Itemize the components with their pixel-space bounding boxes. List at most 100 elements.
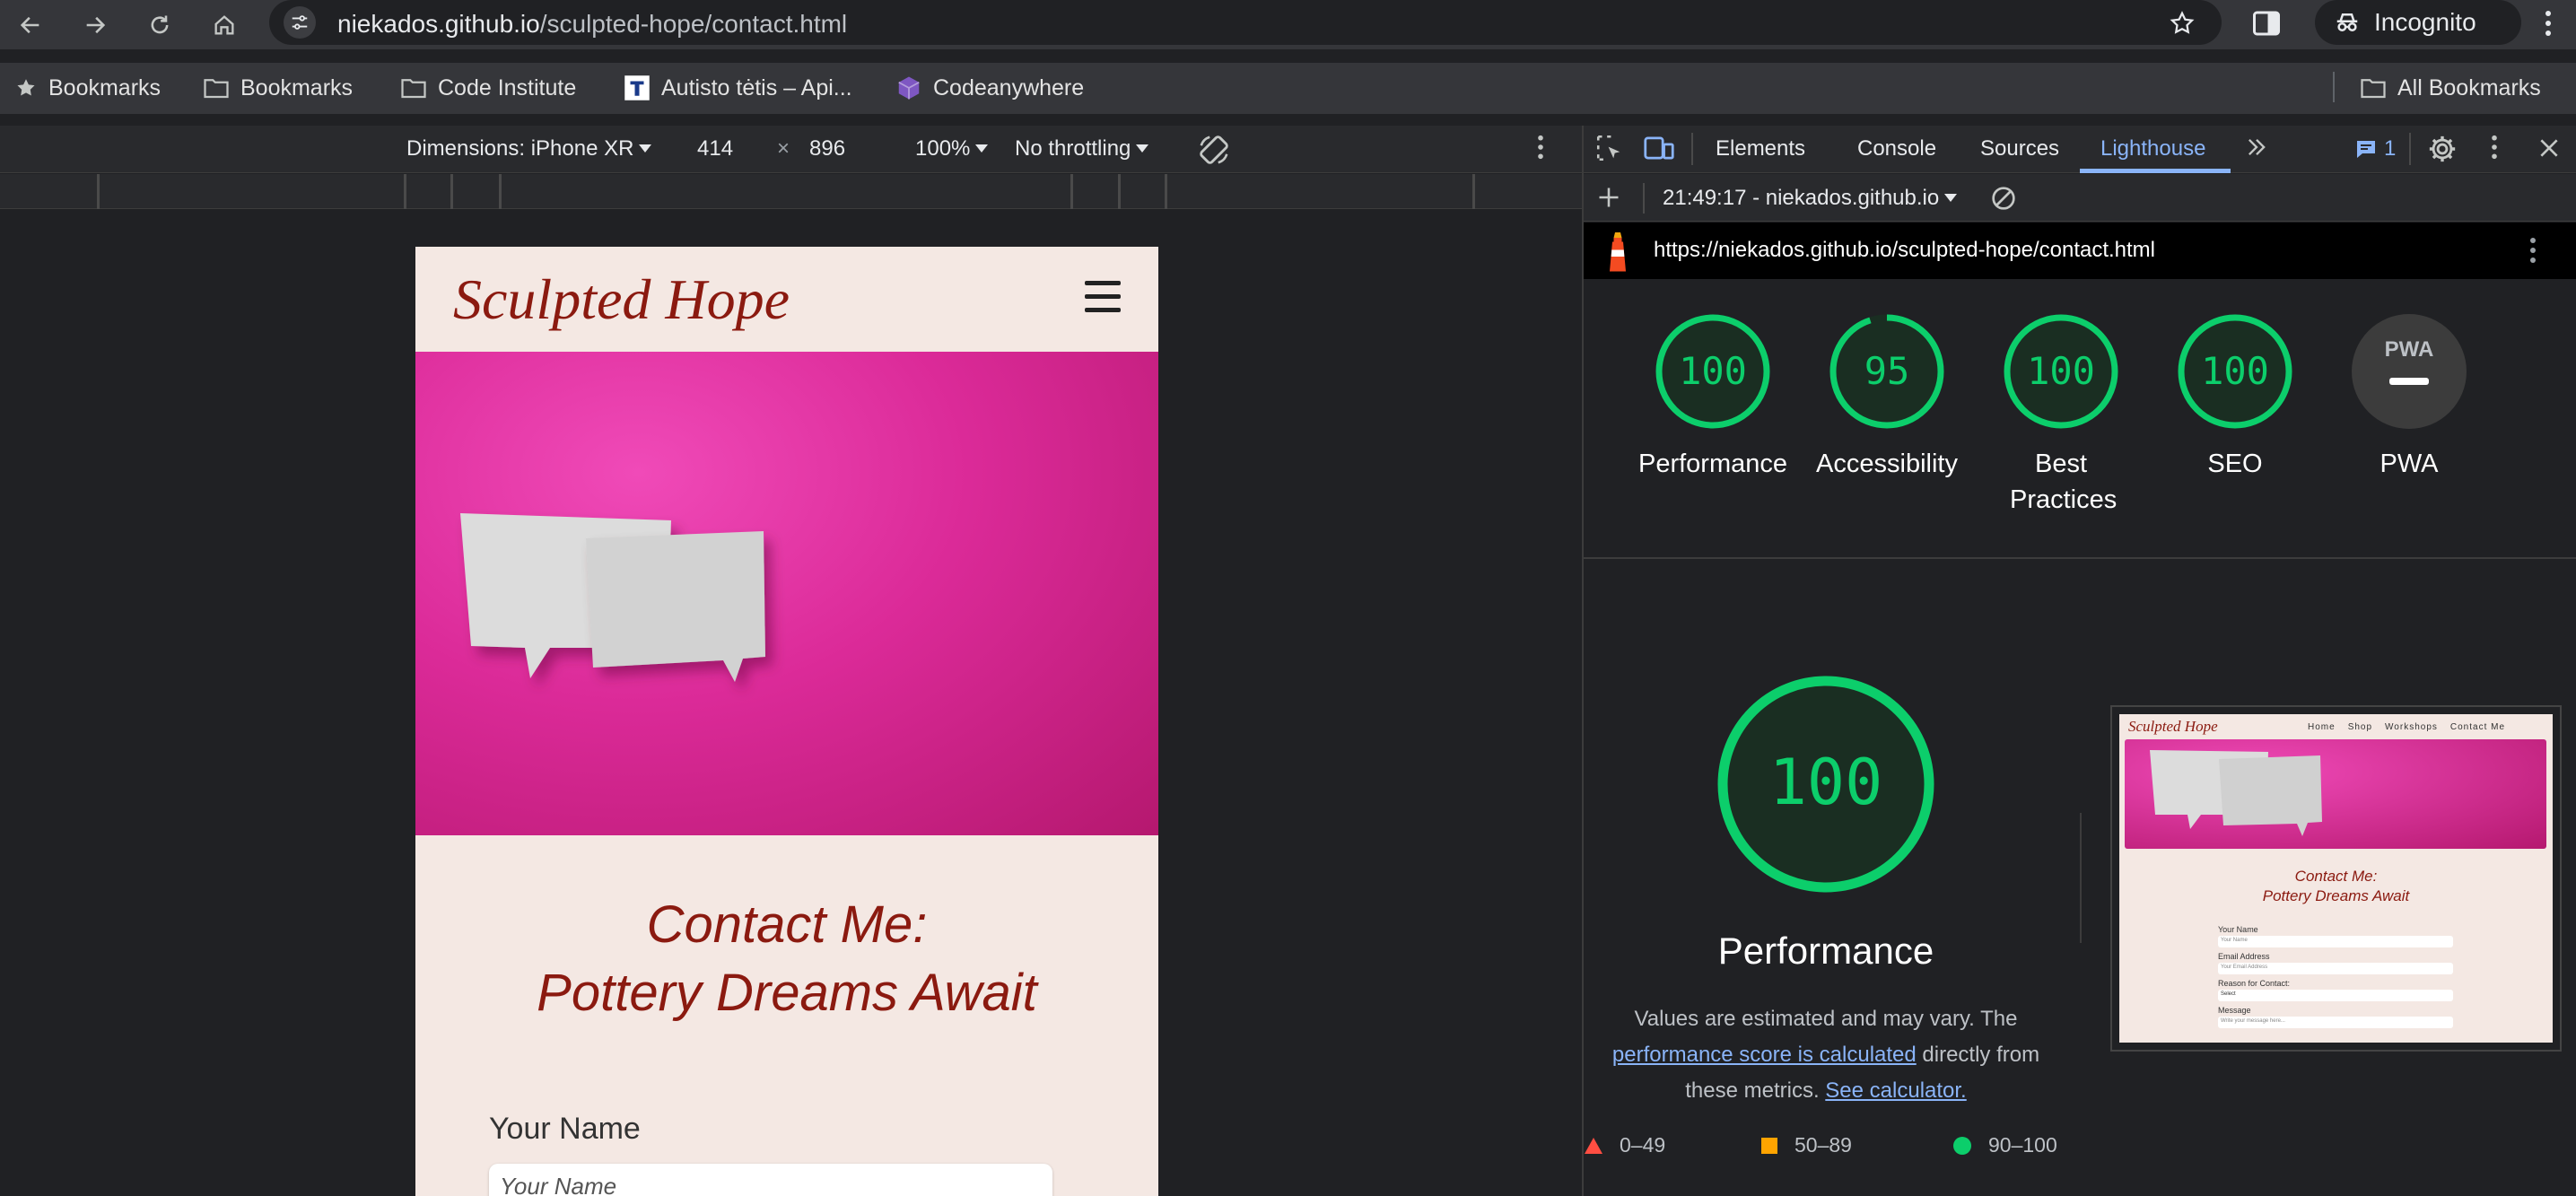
browser-menu-button[interactable] [2530, 5, 2566, 41]
section-divider-vertical [2080, 813, 2082, 943]
issues-count: 1 [2384, 136, 2397, 161]
report-select[interactable]: 21:49:17 - niekados.github.io [1663, 186, 1958, 211]
thumb-form: Your Name Your Name Email Address Your E… [2218, 925, 2453, 1033]
gauge-seo[interactable]: 100 SEO [2148, 313, 2322, 482]
gauge-accessibility[interactable]: 95 Accessibility [1800, 313, 1974, 482]
score-calculated-link[interactable]: performance score is calculated [1612, 1043, 1917, 1067]
devtools-more-button[interactable] [2491, 135, 2498, 160]
tab-elements[interactable]: Elements [1716, 136, 1805, 162]
inspect-element-button[interactable] [1594, 133, 1625, 163]
bookmarks-separator [2333, 72, 2335, 102]
bookmark-item-codeanywhere[interactable]: Codeanywhere [895, 72, 1084, 104]
site-info-button[interactable] [284, 6, 316, 39]
category-label: Best Practices [2010, 450, 2118, 514]
bookmark-label: Codeanywhere [933, 74, 1085, 100]
issues-counter-button[interactable]: 1 [2355, 136, 2396, 162]
throttling-select[interactable]: No throttling [1015, 136, 1149, 162]
caret-down-icon [975, 144, 989, 153]
thumb-field-label: Your Name [2218, 925, 2258, 934]
report-menu-button[interactable] [2529, 237, 2537, 264]
all-bookmarks-label: All Bookmarks [2397, 74, 2541, 100]
thumb-logo: Sculpted Hope [2128, 718, 2218, 735]
all-bookmarks-button[interactable]: All Bookmarks [2360, 72, 2541, 104]
category-label: Performance [1637, 450, 1787, 478]
clear-reports-button[interactable] [1989, 184, 2018, 213]
gauge-best-practices[interactable]: 100 Best Practices [1974, 313, 2148, 518]
folder-icon [401, 79, 426, 99]
thumb-title: Contact Me: Pottery Dreams Await [2119, 867, 2553, 906]
inspect-icon [1596, 135, 1620, 162]
bookmark-label: Code Institute [438, 74, 577, 100]
score-ring: 100 [1655, 313, 1771, 430]
hamburger-icon [1085, 281, 1121, 312]
device-dimensions-select[interactable]: Dimensions: iPhone XR [406, 136, 652, 162]
title-line-2: Pottery Dreams Await [537, 964, 1037, 1022]
gauge-performance[interactable]: 100 Performance [1626, 313, 1800, 482]
back-button[interactable] [11, 5, 50, 45]
hero-image [415, 352, 1158, 835]
desc-text: Values are estimated and may vary. The [1634, 1007, 2018, 1031]
address-bar[interactable]: niekados.github.io/sculpted-hope/contact… [269, 0, 2222, 45]
category-label: Accessibility [1816, 450, 1958, 478]
legend-range: 50–89 [1794, 1133, 1852, 1157]
thumb-field-label: Message [2218, 1006, 2251, 1015]
browser-toolbar: niekados.github.io/sculpted-hope/contact… [0, 0, 2576, 49]
reload-button[interactable] [140, 5, 179, 45]
legend-average: 50–89 [1760, 1133, 1852, 1157]
home-button[interactable] [205, 5, 244, 45]
your-name-label: Your Name [489, 1112, 641, 1146]
zoom-select[interactable]: 100% [915, 136, 989, 162]
bookmark-star-button[interactable] [2164, 5, 2200, 41]
tab-lighthouse[interactable]: Lighthouse [2100, 136, 2205, 162]
bookmark-folder-code-institute[interactable]: Code Institute [400, 72, 576, 104]
tab-sources[interactable]: Sources [1980, 136, 2059, 162]
throttling-label: No throttling [1015, 136, 1131, 161]
url-text[interactable]: niekados.github.io/sculpted-hope/contact… [337, 10, 847, 39]
close-devtools-button[interactable] [2537, 136, 2561, 160]
side-panel-button[interactable] [2250, 7, 2286, 43]
thumb-nav-item: Home [2308, 722, 2336, 732]
site-header: Sculpted Hope [415, 247, 1158, 352]
kebab-menu-icon [2545, 11, 2551, 36]
forward-button[interactable] [75, 5, 115, 45]
device-height-input[interactable]: 896 [809, 136, 845, 162]
url-domain: niekados.github.io [337, 10, 540, 38]
bookmark-item-bookmarks[interactable]: Bookmarks [14, 72, 161, 104]
thumb-title-line: Pottery Dreams Await [2262, 887, 2410, 904]
kebab-menu-icon [2530, 238, 2536, 263]
your-name-input[interactable]: Your Name [489, 1164, 1052, 1196]
incognito-icon [2336, 13, 2358, 31]
gear-icon [2429, 135, 2456, 162]
hamburger-menu-button[interactable] [1085, 281, 1121, 313]
tab-console[interactable]: Console [1857, 136, 1936, 162]
thumb-field-label: Reason for Contact: [2218, 979, 2291, 988]
thumb-field-label: Email Address [2218, 952, 2270, 961]
close-icon [2540, 139, 2558, 157]
kebab-menu-icon [1538, 135, 1543, 160]
site-logo[interactable]: Sculpted Hope [453, 266, 790, 333]
reload-icon [151, 15, 169, 34]
device-mode-icon [1644, 136, 1674, 160]
legend-fail: 0–49 [1584, 1133, 1665, 1157]
message-icon [2357, 141, 2375, 158]
see-calculator-link[interactable]: See calculator. [1825, 1078, 1966, 1103]
category-label: PWA [2380, 450, 2439, 478]
more-tabs-button[interactable] [2244, 135, 2269, 160]
device-toggle-button[interactable] [1643, 133, 1675, 163]
bookmark-folder-bookmarks[interactable]: Bookmarks [203, 72, 353, 104]
active-tab-indicator [2080, 169, 2231, 173]
report-url[interactable]: https://niekados.github.io/sculpted-hope… [1654, 238, 2155, 263]
gauge-pwa[interactable]: PWA PWA [2322, 313, 2496, 482]
new-report-button[interactable] [1596, 185, 1621, 210]
bookmark-item-autisto-tetis[interactable]: Autisto tėtis – Api... [624, 72, 852, 104]
cube-icon [898, 76, 920, 100]
device-toolbar-more-button[interactable] [1537, 135, 1544, 160]
rotate-button[interactable] [1197, 133, 1231, 167]
devtools-settings-button[interactable] [2427, 134, 2458, 164]
caret-down-icon [1944, 194, 1958, 202]
final-screenshot-thumbnail[interactable]: Sculpted Hope Home Shop Workshops Contac… [2110, 705, 2562, 1052]
incognito-profile-button[interactable]: Incognito [2315, 0, 2521, 45]
media-query-ruler[interactable] [0, 174, 1582, 209]
device-width-input[interactable]: 414 [697, 136, 733, 162]
caret-down-icon [639, 144, 652, 153]
